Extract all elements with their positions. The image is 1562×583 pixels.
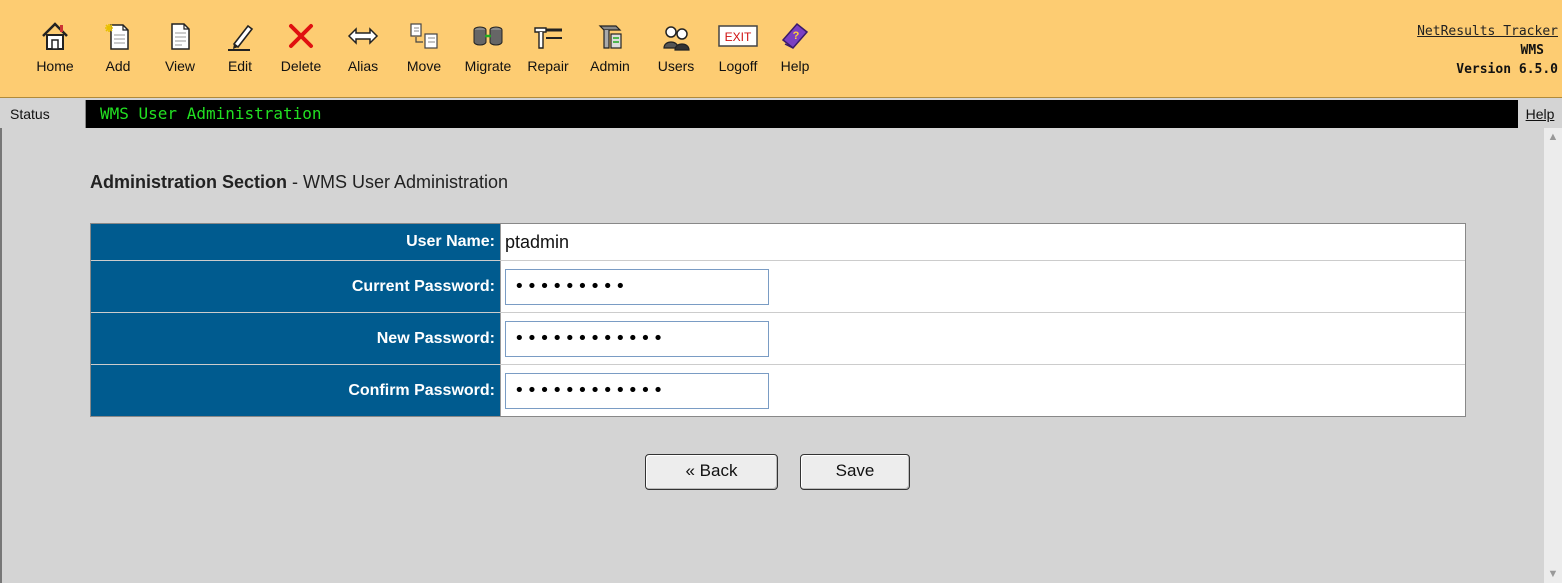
- home-icon: [42, 22, 68, 50]
- delete-icon: [289, 24, 313, 48]
- toolbar-edit-button[interactable]: Edit: [210, 20, 270, 92]
- toolbar-move-label: Move: [406, 58, 442, 74]
- scroll-up-arrow-icon[interactable]: ▲: [1544, 128, 1562, 146]
- logoff-icon: EXIT: [718, 25, 758, 47]
- toolbar-home-label: Home: [36, 58, 74, 74]
- svg-text:EXIT: EXIT: [725, 30, 752, 44]
- page-title: Administration Section - WMS User Admini…: [90, 172, 508, 193]
- toolbar-migrate-button[interactable]: Migrate: [458, 20, 518, 92]
- help-link[interactable]: Help: [1518, 100, 1562, 128]
- move-icon: [410, 23, 438, 49]
- page-title-rest: - WMS User Administration: [287, 172, 509, 192]
- svg-text:?: ?: [793, 30, 800, 42]
- back-button[interactable]: « Back: [645, 454, 778, 490]
- toolbar-edit-label: Edit: [227, 58, 253, 74]
- page-title-section: Administration Section: [90, 172, 288, 192]
- repair-icon: [534, 27, 562, 49]
- brand-block: NetResults Tracker WMS Version 6.5.0: [1417, 22, 1558, 79]
- status-label: Status: [0, 100, 86, 128]
- toolbar-users-button[interactable]: Users: [646, 20, 706, 92]
- toolbar-admin-button[interactable]: Admin: [580, 20, 640, 92]
- status-bar: Status WMS User Administration Help: [0, 100, 1562, 128]
- module-name: WMS: [1520, 43, 1544, 58]
- product-link[interactable]: NetResults Tracker: [1417, 22, 1558, 41]
- toolbar-repair-label: Repair: [527, 58, 569, 74]
- form-row-new-password: New Password:: [91, 312, 1465, 364]
- new-password-label: New Password:: [91, 313, 501, 364]
- migrate-icon: [473, 26, 503, 46]
- toolbar-delete-label: Delete: [280, 58, 322, 74]
- toolbar-move-button[interactable]: Move: [394, 20, 454, 92]
- toolbar: Home Add View Edit Delete Alias Move Mig…: [0, 0, 1562, 98]
- toolbar-home-button[interactable]: Home: [25, 20, 85, 92]
- confirm-password-field[interactable]: [505, 372, 769, 409]
- toolbar-help-button[interactable]: ? Help: [765, 20, 825, 92]
- user-name-label: User Name:: [91, 224, 501, 260]
- content-area: Administration Section - WMS User Admini…: [0, 128, 1562, 583]
- toolbar-logoff-label: Logoff: [718, 58, 758, 74]
- add-icon: [105, 24, 129, 50]
- toolbar-add-button[interactable]: Add: [88, 20, 148, 92]
- toolbar-users-label: Users: [657, 58, 695, 74]
- status-text: WMS User Administration: [100, 104, 322, 123]
- toolbar-logoff-button[interactable]: EXIT Logoff: [708, 20, 768, 92]
- toolbar-migrate-label: Migrate: [464, 58, 512, 74]
- form-row-confirm-password: Confirm Password:: [91, 364, 1465, 416]
- new-password-field[interactable]: [505, 320, 769, 357]
- user-name-value: ptadmin: [505, 231, 570, 252]
- form-row-user-name: User Name: ptadmin: [91, 224, 1465, 260]
- app-window: Home Add View Edit Delete Alias Move Mig…: [0, 0, 1562, 583]
- toolbar-admin-label: Admin: [590, 58, 630, 74]
- toolbar-help-label: Help: [780, 58, 810, 74]
- toolbar-alias-label: Alias: [347, 58, 379, 74]
- scroll-down-arrow-icon[interactable]: ▼: [1544, 565, 1562, 583]
- toolbar-add-label: Add: [105, 58, 131, 74]
- edit-icon: [228, 24, 254, 51]
- current-password-field[interactable]: [505, 268, 769, 305]
- save-button[interactable]: Save: [800, 454, 910, 490]
- alias-icon: [347, 27, 379, 45]
- confirm-password-label: Confirm Password:: [91, 365, 501, 416]
- toolbar-alias-button[interactable]: Alias: [333, 20, 393, 92]
- view-icon: [171, 23, 190, 50]
- current-password-label: Current Password:: [91, 261, 501, 312]
- users-icon: [663, 26, 690, 51]
- toolbar-view-button[interactable]: View: [150, 20, 210, 92]
- help-icon: ?: [781, 22, 809, 50]
- version-label: Version 6.5.0: [1456, 62, 1558, 77]
- form-row-current-password: Current Password:: [91, 260, 1465, 312]
- user-admin-form: User Name: ptadmin Current Password: New…: [90, 223, 1466, 417]
- toolbar-view-label: View: [164, 58, 196, 74]
- toolbar-repair-button[interactable]: Repair: [518, 20, 578, 92]
- admin-icon: [598, 25, 622, 49]
- vertical-scrollbar[interactable]: ▲ ▼: [1544, 128, 1562, 583]
- toolbar-delete-button[interactable]: Delete: [271, 20, 331, 92]
